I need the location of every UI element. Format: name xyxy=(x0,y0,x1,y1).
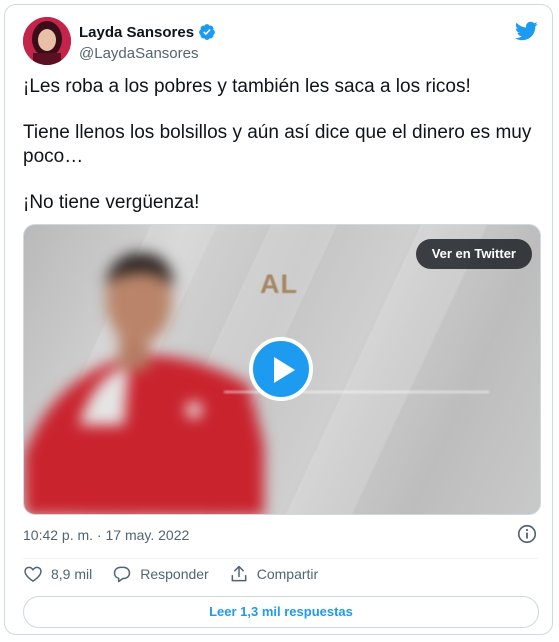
tweet-timestamp[interactable]: 10:42 p. m. · 17 may. 2022 xyxy=(23,527,189,543)
tweet-text: ¡Les roba a los pobres y también les sac… xyxy=(23,75,533,237)
play-icon xyxy=(274,357,295,383)
like-button[interactable]: 8,9 mil xyxy=(23,564,92,584)
video-media[interactable]: AL Ver en Twitter xyxy=(23,224,541,515)
divider xyxy=(23,558,538,559)
share-button[interactable]: Compartir xyxy=(229,564,318,584)
read-replies-button[interactable]: Leer 1,3 mil respuestas xyxy=(23,596,539,628)
tweet-card: Layda Sansores @LaydaSansores ¡Les roba … xyxy=(4,4,553,635)
view-on-twitter-button[interactable]: Ver en Twitter xyxy=(415,239,532,269)
author-display-name[interactable]: Layda Sansores xyxy=(79,24,194,41)
tweet-actions: 8,9 mil Responder Compartir xyxy=(23,564,338,584)
share-icon xyxy=(231,565,247,582)
play-button[interactable] xyxy=(249,337,313,401)
info-icon[interactable] xyxy=(516,523,538,545)
avatar-photo-icon xyxy=(23,17,71,65)
share-label: Compartir xyxy=(256,566,319,582)
twitter-bird-icon[interactable] xyxy=(514,19,538,43)
blurred-person-image xyxy=(24,252,264,514)
tweet-paragraph: ¡No tiene vergüenza! xyxy=(23,192,200,213)
reply-label: Responder xyxy=(140,566,209,582)
avatar[interactable] xyxy=(23,17,71,65)
reply-button[interactable]: Responder xyxy=(112,564,209,584)
reply-bubble-icon xyxy=(113,566,131,583)
tweet-paragraph: Tiene llenos los bolsillos y aún así dic… xyxy=(23,122,532,167)
like-count: 8,9 mil xyxy=(51,566,93,582)
author-handle[interactable]: @LaydaSansores xyxy=(79,45,198,62)
heart-icon xyxy=(24,566,42,582)
verified-badge-icon xyxy=(198,23,216,41)
video-overlay-text: AL xyxy=(260,269,298,299)
tweet-paragraph: ¡Les roba a los pobres y también les sac… xyxy=(23,76,471,97)
